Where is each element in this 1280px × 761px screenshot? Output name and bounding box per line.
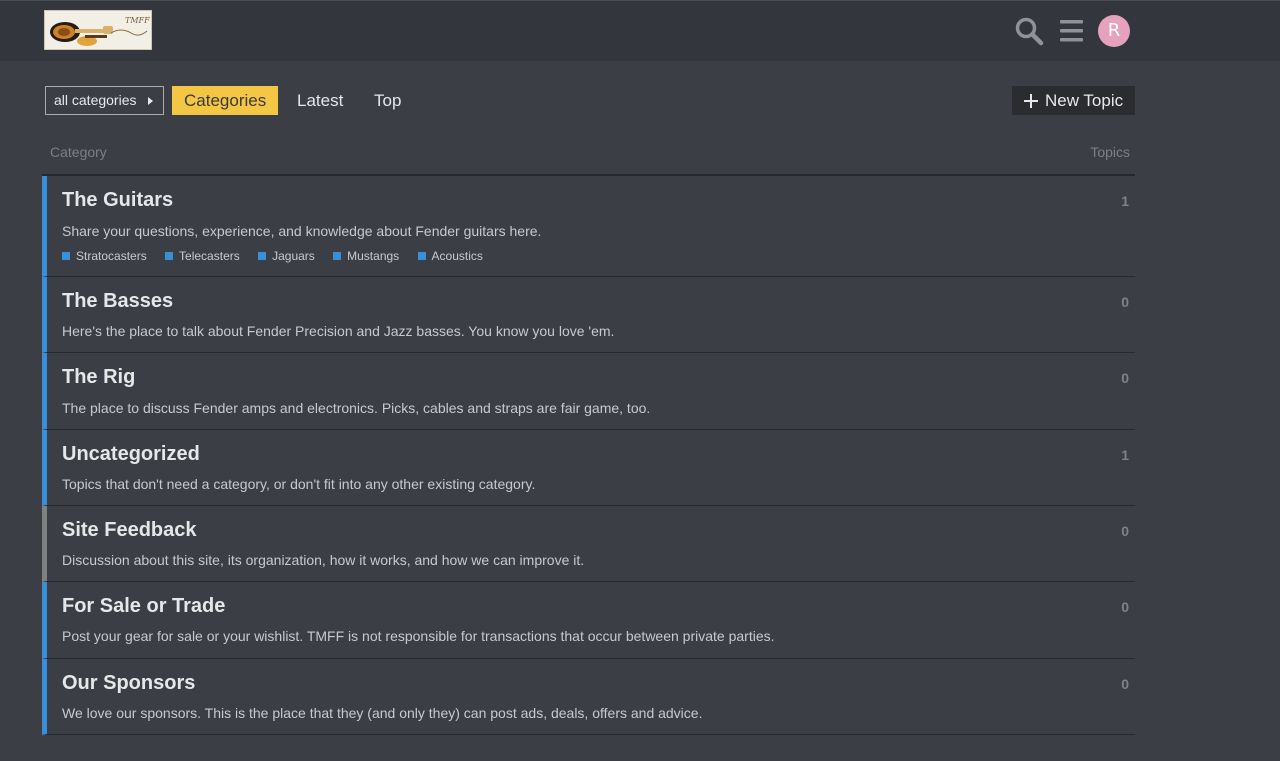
category-name[interactable]: Site Feedback	[62, 519, 197, 542]
logo-text: TMFF	[125, 16, 150, 25]
site-logo[interactable]: TMFF	[44, 10, 152, 50]
category-name[interactable]: The Basses	[62, 290, 173, 313]
column-header-category: Category	[50, 144, 107, 160]
plus-icon	[1024, 94, 1038, 108]
category-name[interactable]: Uncategorized	[62, 443, 200, 466]
caret-right-icon	[148, 97, 153, 105]
category-color-swatch	[417, 252, 426, 260]
category-description: Discussion about this site, its organiza…	[62, 552, 585, 568]
category-dropdown-label: all categories	[54, 92, 137, 108]
topic-count: 0	[1121, 599, 1129, 615]
category-name[interactable]: Our Sponsors	[62, 672, 195, 695]
topic-count: 1	[1121, 193, 1129, 209]
category-list: The Guitars Share your questions, experi…	[42, 174, 1135, 735]
new-topic-button[interactable]: New Topic	[1012, 86, 1135, 115]
hamburger-menu-icon[interactable]	[1058, 16, 1086, 46]
category-row-the-rig[interactable]: The Rig The place to discuss Fender amps…	[42, 353, 1135, 430]
category-name[interactable]: The Guitars	[62, 189, 173, 212]
subcategory-jaguars[interactable]: Jaguars	[258, 249, 315, 263]
subcategory-mustangs[interactable]: Mustangs	[333, 249, 399, 263]
subcategory-stratocasters[interactable]: Stratocasters	[62, 249, 147, 263]
category-row-the-basses[interactable]: The Basses Here's the place to talk abou…	[42, 277, 1135, 353]
category-row-the-guitars[interactable]: The Guitars Share your questions, experi…	[42, 176, 1135, 277]
category-row-uncategorized[interactable]: Uncategorized Topics that don't need a c…	[42, 430, 1135, 506]
category-description: Here's the place to talk about Fender Pr…	[62, 323, 615, 339]
category-description: The place to discuss Fender amps and ele…	[62, 400, 651, 416]
category-description: We love our sponsors. This is the place …	[62, 705, 703, 721]
category-color-swatch	[165, 252, 174, 260]
category-row-for-sale-or-trade[interactable]: For Sale or Trade Post your gear for sal…	[42, 582, 1135, 659]
navigation-bar: all categories Categories Latest Top New…	[45, 86, 1135, 115]
category-dropdown[interactable]: all categories	[45, 86, 164, 115]
category-description: Post your gear for sale or your wishlist…	[62, 628, 775, 644]
subcategory-label: Jaguars	[272, 249, 315, 263]
topic-count: 0	[1121, 294, 1129, 310]
category-name[interactable]: For Sale or Trade	[62, 595, 225, 618]
subcategory-label: Acoustics	[431, 249, 483, 263]
subcategory-label: Mustangs	[347, 249, 400, 263]
guitar-logo-image: TMFF	[45, 11, 151, 49]
category-description: Topics that don't need a category, or do…	[62, 476, 536, 492]
topic-count: 0	[1121, 523, 1129, 539]
subcategory-acoustics[interactable]: Acoustics	[417, 249, 483, 263]
new-topic-label: New Topic	[1045, 91, 1124, 110]
category-row-our-sponsors[interactable]: Our Sponsors We love our sponsors. This …	[42, 659, 1135, 735]
category-description: Share your questions, experience, and kn…	[62, 223, 542, 239]
category-color-swatch	[333, 252, 342, 260]
subcategory-label: Telecasters	[179, 249, 240, 263]
topic-count: 1	[1121, 447, 1129, 463]
topic-count: 0	[1121, 370, 1129, 386]
category-row-site-feedback[interactable]: Site Feedback Discussion about this site…	[42, 506, 1135, 582]
category-name[interactable]: The Rig	[62, 366, 135, 389]
tab-categories[interactable]: Categories	[172, 86, 279, 115]
tab-latest[interactable]: Latest	[297, 86, 343, 115]
subcategory-telecasters[interactable]: Telecasters	[165, 249, 240, 263]
category-color-swatch	[62, 252, 70, 260]
user-avatar[interactable]: R	[1098, 15, 1130, 47]
site-header: TMFF R	[0, 0, 1280, 61]
column-header-topics: Topics	[1090, 144, 1130, 160]
topic-count: 0	[1121, 676, 1129, 692]
search-icon[interactable]	[1014, 16, 1044, 46]
category-color-swatch	[258, 252, 267, 260]
subcategory-list: Stratocasters Telecasters Jaguars Mustan…	[62, 249, 498, 263]
tab-top[interactable]: Top	[374, 86, 401, 115]
subcategory-label: Stratocasters	[76, 249, 147, 263]
